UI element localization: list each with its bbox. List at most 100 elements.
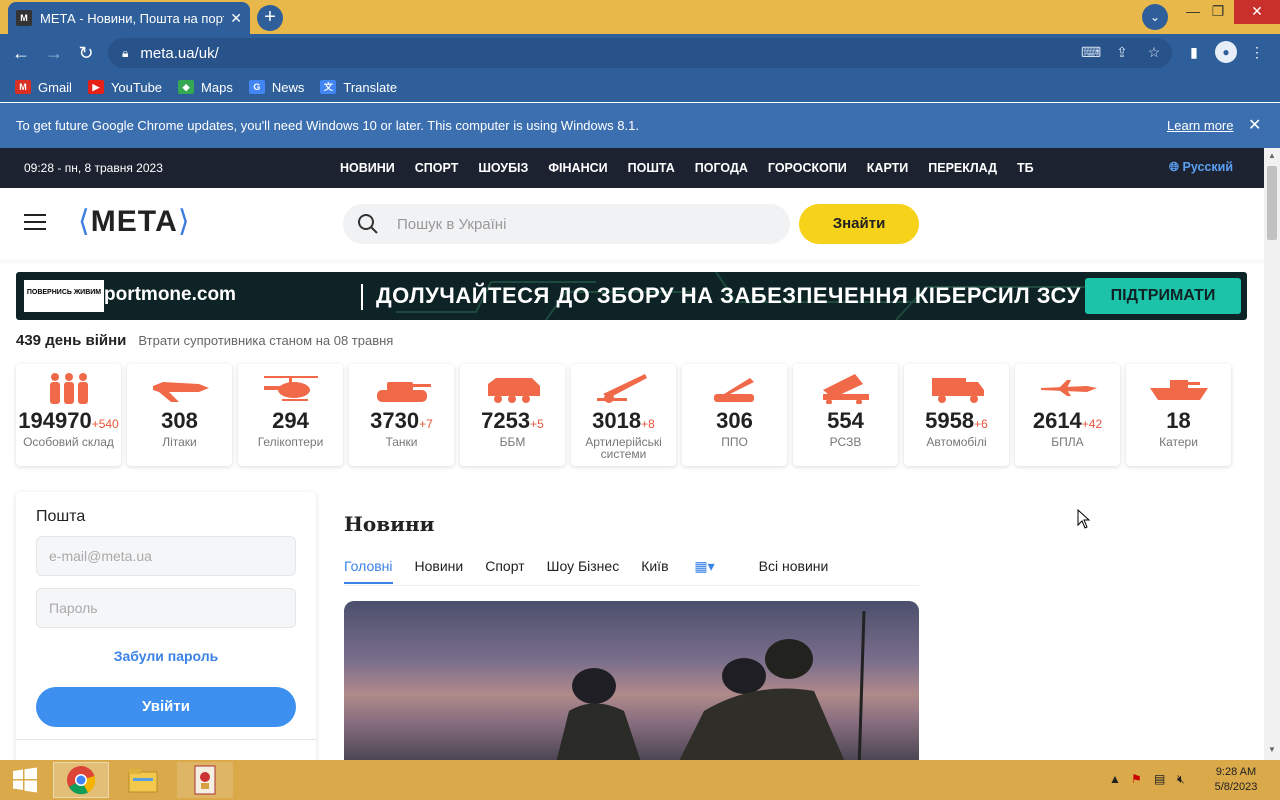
gmail-icon: M <box>15 80 31 94</box>
bookmark-label: Gmail <box>38 79 72 95</box>
ad-banner[interactable]: ПОВЕРНИСЬ ЖИВИМ portmone.com ДОЛУЧАЙТЕСЯ… <box>16 272 1247 320</box>
tray-overflow-icon[interactable]: ▲ <box>1109 772 1121 786</box>
scroll-down-icon[interactable]: ▼ <box>1267 745 1277 754</box>
bookmark-youtube[interactable]: ▶ YouTube <box>87 80 162 95</box>
loss-card[interactable]: 554 РСЗВ <box>793 364 898 466</box>
loss-card[interactable]: 3018+8 Артилерійські системи <box>571 364 676 466</box>
tab-search-button[interactable]: ⌄ <box>1142 4 1168 30</box>
nav-item-mail[interactable]: ПОШТА <box>628 161 675 175</box>
bookmark-news[interactable]: G News <box>248 80 304 95</box>
globe-icon: 🌐︎ <box>1169 160 1180 174</box>
password-field[interactable] <box>36 588 296 628</box>
forward-icon[interactable]: → <box>43 42 65 64</box>
login-button[interactable]: Увійти <box>36 687 296 727</box>
back-icon[interactable]: ← <box>10 42 32 64</box>
news-title: Новини <box>344 512 435 536</box>
loss-card[interactable]: 7253+5 ББМ <box>460 364 565 466</box>
personnel-icon <box>49 373 88 404</box>
tab-sport[interactable]: Спорт <box>485 558 524 584</box>
tab-showbiz[interactable]: Шоу Бізнес <box>547 558 620 584</box>
menu-kebab-icon[interactable]: ⋮ <box>1248 44 1266 62</box>
network-icon[interactable]: ▤ <box>1154 772 1165 786</box>
bookmark-label: Maps <box>201 79 233 95</box>
nav-item-maps[interactable]: КАРТИ <box>867 161 908 175</box>
reload-icon[interactable]: ↻ <box>75 42 97 64</box>
volume-muted-icon[interactable]: 🔇︎ <box>1177 772 1185 787</box>
news-lead-image[interactable] <box>344 601 919 760</box>
scrollbar-thumb[interactable] <box>1267 166 1277 240</box>
url-text: meta.ua/uk/ <box>140 44 219 62</box>
tab-main[interactable]: Головні <box>344 558 393 584</box>
browser-tab[interactable]: M МЕТА - Новини, Пошта на порт… ✕ <box>8 2 250 34</box>
loss-card[interactable]: 308 Літаки <box>127 364 232 466</box>
profile-avatar[interactable]: ● <box>1215 41 1237 63</box>
bookmark-maps[interactable]: ◆ Maps <box>178 80 233 95</box>
nav-item-finance[interactable]: ФІНАНСИ <box>548 161 607 175</box>
system-clock[interactable]: 9:28 AM 5/8/2023 <box>1204 765 1268 795</box>
search-input[interactable] <box>397 215 757 233</box>
new-tab-button[interactable]: + <box>257 5 283 31</box>
bookmark-translate[interactable]: 文 Translate <box>320 80 397 95</box>
forgot-password-link[interactable]: Забули пароль <box>16 648 316 664</box>
city-dropdown-icon[interactable]: ▦▾ <box>694 558 714 574</box>
loss-card[interactable]: 194970+540 Особовий склад <box>16 364 121 466</box>
nav-item-showbiz[interactable]: ШОУБІЗ <box>478 161 528 175</box>
nav-item-sport[interactable]: СПОРТ <box>415 161 459 175</box>
loss-value: 2614+42 <box>1015 408 1120 434</box>
taskbar-app[interactable] <box>177 762 233 798</box>
maximize-button[interactable]: ❐ <box>1198 0 1238 24</box>
loss-card[interactable]: 18 Катери <box>1126 364 1231 466</box>
bookmark-gmail[interactable]: M Gmail <box>15 80 72 95</box>
loss-label: Танки <box>385 435 418 449</box>
tab-news[interactable]: Новини <box>415 558 464 584</box>
loss-number: 3730 <box>370 408 420 433</box>
loss-label: Особовий склад <box>23 435 114 449</box>
loss-card[interactable]: 5958+6 Автомобілі <box>904 364 1009 466</box>
loss-value: 5958+6 <box>904 408 1009 434</box>
address-bar[interactable]: 🔒︎ meta.ua/uk/ <box>108 38 1172 68</box>
nav-item-translate[interactable]: ПЕРЕКЛАД <box>928 161 997 175</box>
start-button[interactable] <box>0 762 50 798</box>
page-scrollbar[interactable]: ▲ ▼ <box>1264 148 1280 760</box>
share-icon[interactable]: ⇪ <box>1113 44 1131 62</box>
loss-label: Автомобілі <box>926 435 987 449</box>
translate-page-icon[interactable]: ⌨ <box>1081 44 1101 62</box>
title-bar: M МЕТА - Новини, Пошта на порт… ✕ + ⌄ — … <box>0 0 1280 34</box>
banner-cta-button[interactable]: ПІДТРИМАТИ <box>1085 278 1241 314</box>
loss-card[interactable]: 2614+42 БПЛА <box>1015 364 1120 466</box>
date-time: 09:28 - пн, 8 травня 2023 <box>24 161 163 175</box>
taskbar-file-explorer[interactable] <box>115 762 171 798</box>
tab-close-icon[interactable]: ✕ <box>230 10 242 27</box>
card-app-icon <box>194 765 216 795</box>
taskbar-chrome[interactable] <box>53 762 109 798</box>
nav-item-tv[interactable]: ТБ <box>1017 161 1034 175</box>
scroll-up-icon[interactable]: ▲ <box>1267 151 1277 160</box>
nav-item-weather[interactable]: ПОГОДА <box>695 161 748 175</box>
search-button[interactable]: Знайти <box>799 204 919 244</box>
infobar-close-icon[interactable]: ✕ <box>1248 115 1261 135</box>
action-center-icon[interactable]: ⚑ <box>1131 772 1142 786</box>
loss-card[interactable]: 306 ППО <box>682 364 787 466</box>
loss-card[interactable]: 294 Гелікоптери <box>238 364 343 466</box>
drone-icon <box>1040 380 1097 396</box>
learn-more-link[interactable]: Learn more <box>1167 118 1233 133</box>
helicopter-icon <box>263 376 318 401</box>
bookmark-star-icon[interactable]: ☆ <box>1145 44 1163 62</box>
mail-login-panel: Пошта Забули пароль Увійти <box>16 492 316 760</box>
side-panel-icon[interactable]: ▮ <box>1185 44 1203 62</box>
site-header: ⟨МЕТА⟩ Знайти <box>0 188 1264 260</box>
tab-all-news[interactable]: Всі новини <box>759 558 829 584</box>
language-switch[interactable]: 🌐︎ Русский <box>1169 160 1233 175</box>
loss-card[interactable]: 3730+7 Танки <box>349 364 454 466</box>
boat-icon <box>1149 380 1208 400</box>
email-field[interactable] <box>36 536 296 576</box>
site-logo[interactable]: ⟨МЕТА⟩ <box>78 204 191 239</box>
nav-item-horoscopes[interactable]: ГОРОСКОПИ <box>768 161 847 175</box>
tab-kyiv[interactable]: Київ ▦▾ <box>641 558 736 584</box>
loss-label: ББМ <box>499 435 526 449</box>
nav-item-news[interactable]: НОВИНИ <box>340 161 395 175</box>
hamburger-menu-icon[interactable] <box>24 214 46 230</box>
war-day-heading: 439 день війни Втрати супротивника станом… <box>16 332 393 349</box>
infobar-message: To get future Google Chrome updates, you… <box>16 118 639 133</box>
close-window-button[interactable]: ✕ <box>1234 0 1280 24</box>
